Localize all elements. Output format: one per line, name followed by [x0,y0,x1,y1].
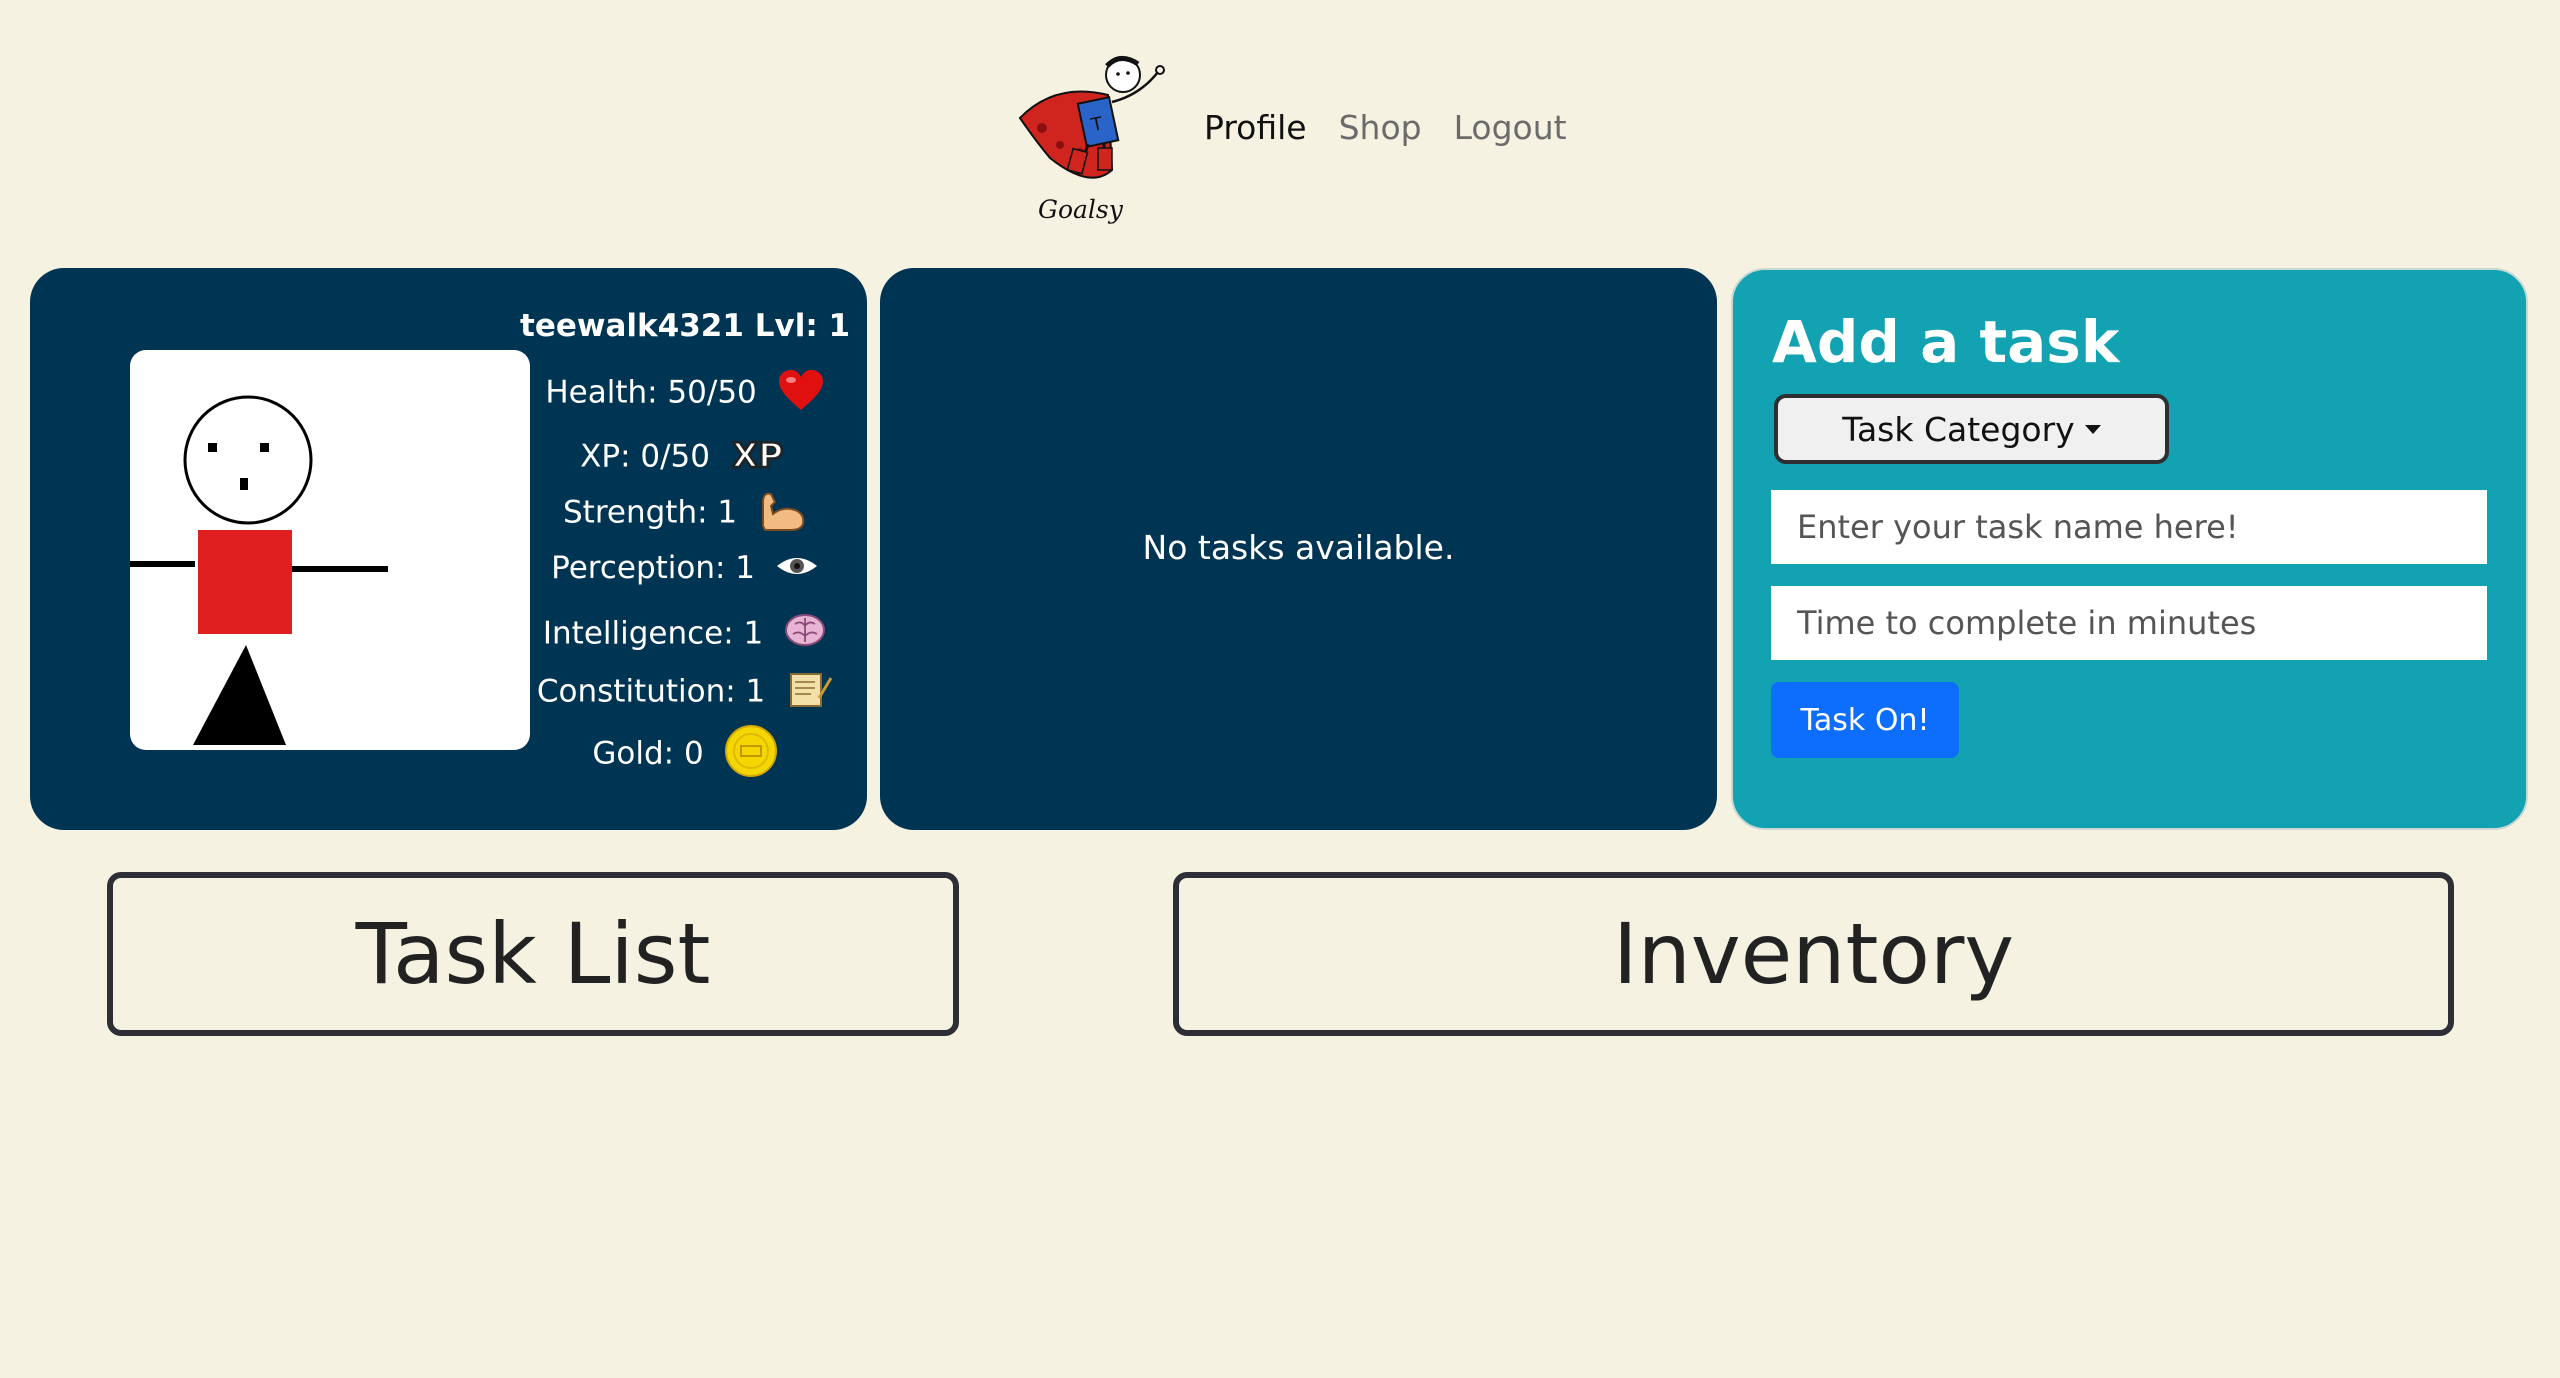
task-list-button[interactable]: Task List [107,872,959,1036]
character-stats-card: teewalk4321 Lvl: 1 Health: 50/50 XP: 0/5… [30,268,867,830]
task-category-label: Task Category [1842,409,2075,449]
superhero-logo-icon: T Goalsy [1018,56,1165,224]
constitution-label: Constitution: 1 [536,673,766,710]
task-name-input[interactable] [1771,490,2487,564]
main-nav: Profile Shop Logout [1204,108,1567,147]
health-stat: Health: 50/50 [520,368,850,420]
nav-profile-link[interactable]: Profile [1204,108,1307,147]
inventory-button[interactable]: Inventory [1173,872,2454,1036]
task-category-dropdown[interactable]: Task Category [1774,394,2169,464]
strength-label: Strength: 1 [563,494,738,531]
scroll-icon [785,668,833,718]
nav-shop-link[interactable]: Shop [1339,108,1422,147]
intelligence-label: Intelligence: 1 [542,615,764,652]
eye-icon [775,552,819,588]
gold-stat: Gold: 0 [520,724,850,786]
nav-logout-link[interactable]: Logout [1454,108,1567,147]
strength-stat: Strength: 1 [520,488,850,540]
coin-icon [724,724,778,786]
task-list-label: Task List [355,905,711,1003]
intelligence-stat: Intelligence: 1 [520,612,850,658]
logo-text: Goalsy [1038,195,1124,224]
gold-label: Gold: 0 [592,735,704,772]
avatar [130,350,530,750]
heart-icon [777,368,825,420]
add-task-card: Add a task Task Category Task On! [1731,268,2528,830]
username-level: teewalk4321 Lvl: 1 [520,308,851,344]
task-time-input[interactable] [1771,586,2487,660]
inventory-label: Inventory [1612,905,2015,1003]
perception-stat: Perception: 1 [520,550,850,588]
goalsy-logo[interactable]: T Goalsy [1000,40,1175,230]
perception-label: Perception: 1 [551,550,756,586]
brain-icon [783,612,827,658]
empty-tasks-message: No tasks available. [1142,528,1455,567]
task-on-button[interactable]: Task On! [1771,682,1959,758]
xp-stat: XP: 0/50 XP [520,434,850,482]
xp-label: XP: 0/50 [580,438,710,475]
health-label: Health: 50/50 [545,374,757,411]
add-task-title: Add a task [1772,308,2120,376]
constitution-stat: Constitution: 1 [520,668,850,718]
tasks-card: No tasks available. [880,268,1717,830]
muscle-icon [757,488,807,540]
xp-icon: XP [730,434,790,482]
stick-figure-avatar-icon [130,395,388,745]
svg-text:XP: XP [732,436,783,474]
caret-down-icon [2084,424,2101,434]
